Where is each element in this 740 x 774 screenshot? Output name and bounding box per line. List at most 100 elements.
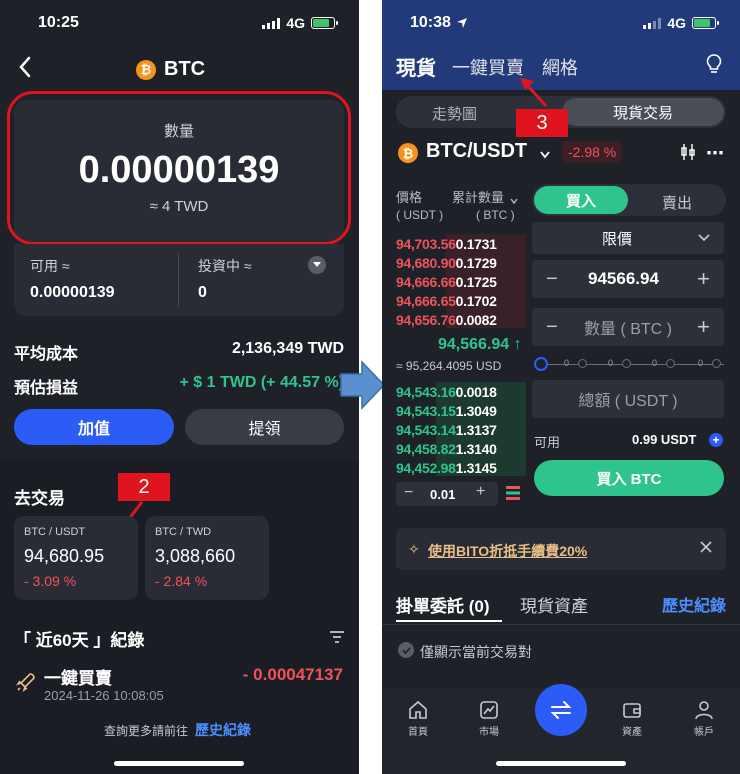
home-indicator	[496, 761, 626, 766]
step-badge: 3	[516, 109, 568, 137]
record-time: 2024-11-26 10:08:05	[44, 688, 164, 703]
quantity-input[interactable]: − 數量 ( BTC ) +	[532, 308, 724, 346]
slider-tick[interactable]	[666, 359, 675, 368]
add-funds-icon[interactable]: +	[709, 433, 723, 447]
close-icon[interactable]	[700, 540, 712, 558]
only-current-pair-label: 僅顯示當前交易對	[420, 644, 532, 660]
btc-coin-icon: ₿	[136, 59, 156, 80]
price-value: 94566.94	[588, 269, 659, 288]
depth-view-icon[interactable]	[506, 486, 520, 505]
investing-value: 0	[198, 284, 207, 301]
trade-swap-button[interactable]	[535, 684, 587, 736]
price-minus-button[interactable]: −	[546, 268, 558, 291]
page-title: BTC	[164, 58, 206, 80]
sparkle-icon: ✧	[408, 541, 420, 557]
quantity-plus-button[interactable]: +	[697, 314, 710, 340]
history-link[interactable]: 歷史紀錄	[195, 720, 251, 740]
tab-spot[interactable]: 現貨	[396, 52, 436, 81]
more-icon[interactable]: ⋯	[706, 143, 725, 164]
segment-chart[interactable]: 走勢圖	[432, 103, 477, 124]
pair-title[interactable]: BTC/USDT	[426, 140, 527, 163]
promo-link[interactable]: 使用BITO折抵手續費20%	[428, 541, 587, 561]
ask-row[interactable]: 94,666.660.1725	[396, 274, 497, 290]
divider	[178, 254, 179, 306]
right-phone-screen: 10:38 4G 現貨 一鍵買賣 網格 走勢圖 現貨交易 3 ₿ BTC/USD…	[382, 0, 740, 774]
left-phone-screen: 10:25 4G ₿ BTC 數量 0.00000139 ≈ 4 TWD 可用 …	[0, 0, 359, 774]
total-input[interactable]: 總額 ( USDT )	[532, 380, 724, 418]
status-time: 10:38	[410, 14, 451, 31]
est-pnl-label: 預估損益	[14, 380, 79, 397]
pair-change: - 2.84 %	[155, 573, 208, 589]
pair-card-btc-usdt[interactable]: BTC / USDT 94,680.95 - 3.09 %	[14, 516, 138, 600]
buy-btc-button[interactable]: 買入 BTC	[534, 460, 724, 496]
slider-handle[interactable]	[534, 357, 548, 371]
network-label: 4G	[286, 15, 305, 31]
tab-one-click-trade[interactable]: 一鍵買賣	[452, 54, 524, 80]
available-label: 可用	[534, 435, 561, 450]
bid-row[interactable]: 94,458.821.3140	[396, 441, 497, 457]
total-placeholder: 總額 ( USDT )	[578, 393, 678, 410]
ask-row[interactable]: 94,656.760.0082	[396, 312, 497, 328]
buy-tab[interactable]: 買入	[534, 186, 628, 214]
bid-row[interactable]: 94,543.160.0018	[396, 384, 497, 400]
tab-spot-assets[interactable]: 現貨資產	[520, 592, 588, 617]
wallet-icon	[623, 703, 641, 718]
segment-spot-trade[interactable]: 現貨交易	[562, 98, 724, 126]
mid-price: 94,566.94 ↑	[438, 336, 522, 353]
slider-tick-label: 0	[608, 358, 614, 368]
deposit-button[interactable]: 加值	[14, 409, 174, 445]
tabbar-assets[interactable]: 資產	[612, 700, 652, 738]
step-value: 0.01	[430, 487, 456, 502]
btc-coin-icon: ₿	[398, 143, 418, 163]
withdraw-button[interactable]: 提領	[185, 409, 344, 445]
home-icon	[409, 700, 427, 719]
checkbox-icon[interactable]	[398, 642, 414, 658]
step-badge: 2	[118, 473, 170, 501]
record-amount: - 0.00047137	[242, 665, 343, 684]
bid-row[interactable]: 94,452.981.3145	[396, 460, 497, 476]
history-link[interactable]: 歷史紀錄	[662, 592, 726, 616]
step-minus-button[interactable]: −	[404, 484, 413, 502]
available-label: 可用 ≈	[30, 258, 70, 274]
chevron-down-icon[interactable]	[540, 146, 550, 164]
slider-tick[interactable]	[712, 359, 721, 368]
battery-icon	[692, 17, 719, 29]
quantity-minus-button[interactable]: −	[546, 316, 558, 339]
pair-name: BTC / USDT	[24, 526, 86, 538]
footer-prefix: 查詢更多請前往	[104, 724, 189, 738]
avg-cost-value: 2,136,349 TWD	[231, 340, 344, 357]
tabbar-market[interactable]: 市場	[469, 700, 509, 738]
tabbar-account[interactable]: 帳戶	[684, 700, 724, 738]
back-icon[interactable]	[18, 56, 38, 80]
available-value: 0.99 USDT	[632, 432, 697, 447]
chevron-down-icon[interactable]	[308, 256, 326, 274]
sell-tab[interactable]: 賣出	[662, 192, 692, 213]
order-type-select[interactable]: 限價	[532, 222, 724, 254]
price-input[interactable]: − 94566.94 +	[532, 260, 724, 298]
record-title: 一鍵買賣	[44, 669, 112, 688]
bid-row[interactable]: 94,543.141.3137	[396, 422, 497, 438]
pair-card-btc-twd[interactable]: BTC / TWD 3,088,660 - 2.84 %	[145, 516, 269, 600]
slider-tick-label: 0	[652, 358, 658, 368]
quantity-placeholder: 數量 ( BTC )	[584, 321, 672, 338]
slider-tick[interactable]	[622, 359, 631, 368]
candlestick-icon[interactable]	[680, 143, 696, 166]
ask-row[interactable]: 94,666.650.1702	[396, 293, 497, 309]
battery-icon	[311, 17, 338, 29]
ask-row[interactable]: 94,680.900.1729	[396, 255, 497, 271]
step-plus-button[interactable]: +	[476, 483, 485, 501]
header-title-group: ₿ BTC	[136, 58, 205, 81]
records-title: 「 近60天 」紀錄	[14, 631, 145, 650]
network-label: 4G	[667, 15, 686, 31]
bid-row[interactable]: 94,543.151.3049	[396, 403, 497, 419]
amount-header[interactable]: 累計數量	[452, 187, 504, 206]
lightbulb-icon[interactable]	[706, 54, 722, 79]
filter-icon[interactable]	[330, 630, 344, 648]
slider-tick[interactable]	[578, 359, 587, 368]
price-plus-button[interactable]: +	[697, 266, 710, 292]
location-icon	[456, 16, 468, 34]
tab-open-orders[interactable]: 掛單委託 (0)	[396, 592, 490, 617]
ask-row[interactable]: 94,703.560.1731	[396, 236, 497, 252]
divider	[382, 624, 740, 625]
tabbar-home[interactable]: 首頁	[398, 700, 438, 738]
